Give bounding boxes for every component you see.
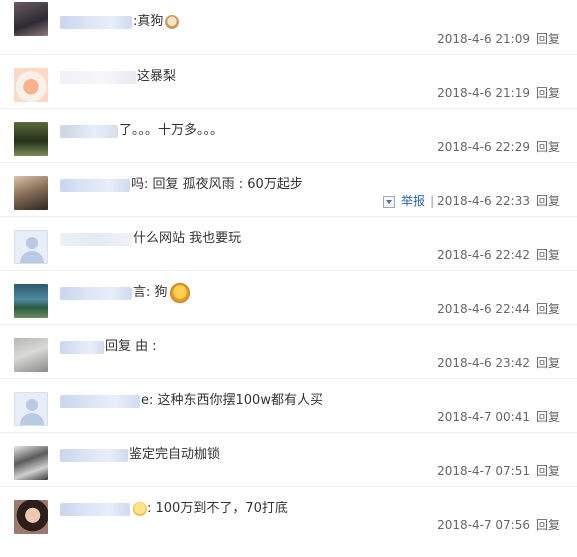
comment-meta: 2018-4-7 00:41 回复 bbox=[437, 409, 560, 425]
comment-item: 言: 狗 2018-4-6 22:44 回复 bbox=[0, 270, 577, 325]
username-blurred[interactable] bbox=[60, 502, 130, 516]
comment-meta: 2018-4-6 22:44 回复 bbox=[437, 301, 560, 317]
report-group: 举报 bbox=[383, 193, 425, 209]
divider: | bbox=[430, 194, 435, 208]
reply-button[interactable]: 回复 bbox=[536, 140, 560, 154]
reply-button[interactable]: 回复 bbox=[536, 248, 560, 262]
comment-meta: 2018-4-6 21:19 回复 bbox=[437, 85, 560, 101]
comment-line: :真狗 bbox=[60, 12, 180, 32]
report-link[interactable]: 举报 bbox=[401, 194, 425, 208]
comment-text: 言: 狗 bbox=[133, 285, 168, 300]
comment-item: 鉴定完自动枷锁 2018-4-7 07:51 回复 bbox=[0, 432, 577, 487]
comment-text: 回复 由 : bbox=[105, 339, 157, 354]
comment-text: e: 这种东西你摆100w都有人买 bbox=[141, 393, 323, 408]
comment-text: 了。。。十万多。。。 bbox=[119, 123, 224, 138]
avatar[interactable] bbox=[14, 2, 48, 36]
default-avatar-icon[interactable] bbox=[14, 392, 48, 426]
timestamp: 2018-4-7 00:41 bbox=[437, 410, 530, 424]
reply-button[interactable]: 回复 bbox=[536, 194, 560, 208]
timestamp: 2018-4-7 07:51 bbox=[437, 464, 530, 478]
comment-item: : 100万到不了，70打底 2018-4-7 07:56 回复 bbox=[0, 486, 577, 540]
comment-text: : 100万到不了，70打底 bbox=[147, 501, 288, 516]
username-blurred[interactable] bbox=[60, 340, 104, 354]
timestamp: 2018-4-6 22:33 bbox=[437, 194, 530, 208]
comment-line: 什么网站 我也要玩 bbox=[60, 229, 241, 249]
timestamp: 2018-4-7 07:56 bbox=[437, 518, 530, 532]
avatar[interactable] bbox=[14, 446, 48, 480]
comment-item: :真狗 2018-4-6 21:09 回复 bbox=[0, 0, 577, 55]
timestamp: 2018-4-6 23:42 bbox=[437, 356, 530, 370]
comment-item: 回复 由 : 2018-4-6 23:42 回复 bbox=[0, 324, 577, 379]
reply-button[interactable]: 回复 bbox=[536, 356, 560, 370]
comment-line: 鉴定完自动枷锁 bbox=[60, 445, 220, 465]
comment-item: 吗: 回复 孤夜风雨 : 60万起步 举报 | 2018-4-6 22:33 回复 bbox=[0, 162, 577, 217]
comment-line: 回复 由 : bbox=[60, 337, 157, 357]
timestamp: 2018-4-6 21:09 bbox=[437, 32, 530, 46]
comment-item: 这暴梨 2018-4-6 21:19 回复 bbox=[0, 54, 577, 109]
smile-emoji-icon bbox=[133, 502, 147, 516]
username-blurred[interactable] bbox=[60, 178, 130, 192]
username-blurred[interactable] bbox=[60, 394, 140, 408]
comment-text: 吗: 回复 孤夜风雨 : 60万起步 bbox=[131, 177, 303, 192]
comment-meta: 举报 | 2018-4-6 22:33 回复 bbox=[383, 193, 560, 209]
username-blurred[interactable] bbox=[60, 124, 118, 138]
comment-text: 这暴梨 bbox=[137, 69, 177, 84]
comment-line: 这暴梨 bbox=[60, 67, 176, 87]
comment-line: 言: 狗 bbox=[60, 283, 190, 303]
comment-meta: 2018-4-6 22:29 回复 bbox=[437, 139, 560, 155]
timestamp: 2018-4-6 21:19 bbox=[437, 86, 530, 100]
comment-meta: 2018-4-7 07:51 回复 bbox=[437, 463, 560, 479]
avatar[interactable] bbox=[14, 68, 48, 102]
comment-meta: 2018-4-6 22:42 回复 bbox=[437, 247, 560, 263]
reply-button[interactable]: 回复 bbox=[536, 32, 560, 46]
reply-button[interactable]: 回复 bbox=[536, 518, 560, 532]
dog-emoji-icon bbox=[165, 15, 180, 29]
avatar[interactable] bbox=[14, 338, 48, 372]
avatar[interactable] bbox=[14, 500, 48, 534]
username-blurred[interactable] bbox=[60, 70, 136, 84]
comment-item: e: 这种东西你摆100w都有人买 2018-4-7 00:41 回复 bbox=[0, 378, 577, 433]
username-blurred[interactable] bbox=[60, 448, 128, 462]
username-blurred[interactable] bbox=[60, 286, 132, 300]
reply-button[interactable]: 回复 bbox=[536, 86, 560, 100]
avatar[interactable] bbox=[14, 284, 48, 318]
reply-button[interactable]: 回复 bbox=[536, 464, 560, 478]
avatar[interactable] bbox=[14, 176, 48, 210]
timestamp: 2018-4-6 22:42 bbox=[437, 248, 530, 262]
username-blurred[interactable] bbox=[60, 15, 132, 29]
reply-button[interactable]: 回复 bbox=[536, 302, 560, 316]
dropdown-arrow-icon[interactable] bbox=[383, 195, 396, 208]
comment-line: : 100万到不了，70打底 bbox=[60, 499, 288, 519]
comment-meta: 2018-4-6 21:09 回复 bbox=[437, 31, 560, 47]
comment-text: 鉴定完自动枷锁 bbox=[129, 447, 221, 462]
comment-line: e: 这种东西你摆100w都有人买 bbox=[60, 391, 323, 411]
comment-item: 什么网站 我也要玩 2018-4-6 22:42 回复 bbox=[0, 216, 577, 271]
comment-text: 什么网站 我也要玩 bbox=[133, 231, 242, 246]
comment-line: 吗: 回复 孤夜风雨 : 60万起步 bbox=[60, 175, 303, 195]
angry-face-emoji-icon bbox=[169, 283, 190, 303]
comment-meta: 2018-4-7 07:56 回复 bbox=[437, 517, 560, 533]
comment-line: 了。。。十万多。。。 bbox=[60, 121, 223, 141]
timestamp: 2018-4-6 22:44 bbox=[437, 302, 530, 316]
avatar[interactable] bbox=[14, 122, 48, 156]
comment-item: 了。。。十万多。。。 2018-4-6 22:29 回复 bbox=[0, 108, 577, 163]
reply-button[interactable]: 回复 bbox=[536, 410, 560, 424]
timestamp: 2018-4-6 22:29 bbox=[437, 140, 530, 154]
comment-text: :真狗 bbox=[133, 14, 164, 29]
default-avatar-icon[interactable] bbox=[14, 230, 48, 264]
username-blurred[interactable] bbox=[60, 232, 132, 246]
comment-meta: 2018-4-6 23:42 回复 bbox=[437, 355, 560, 371]
